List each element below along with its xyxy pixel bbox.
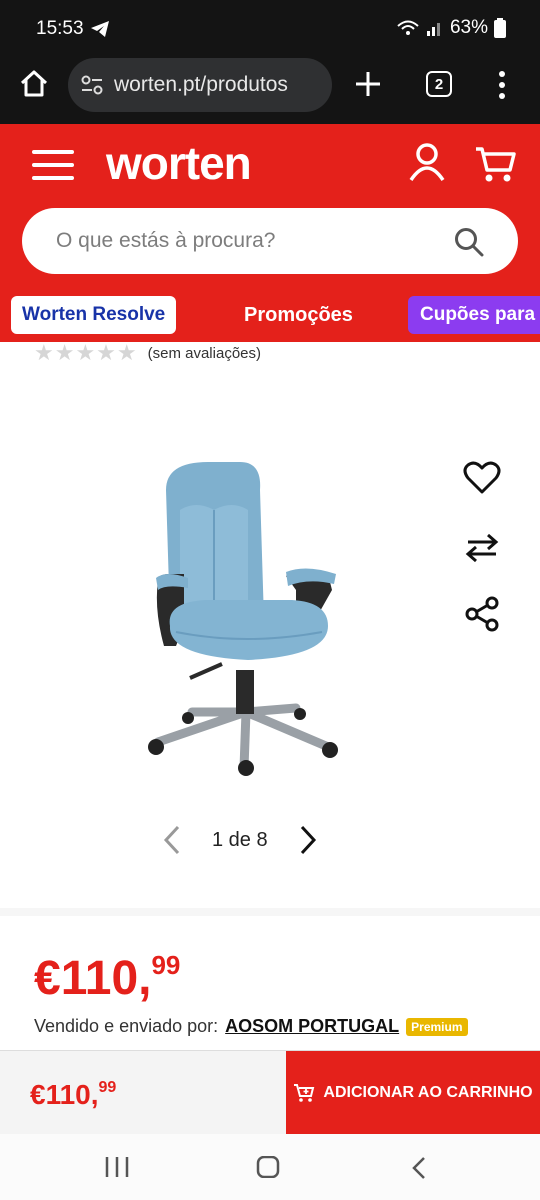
search-bar [22,208,518,274]
product-image[interactable] [136,450,356,780]
seller-label: Vendido e enviado por: [34,1016,219,1036]
status-time: 15:53 [36,18,84,39]
user-account-icon[interactable] [408,142,446,182]
url-text: worten.pt/produtos [114,73,288,96]
sticky-buy-bar: €110,99 ADICIONAR AO CARRINHO [0,1050,540,1135]
favorite-heart-icon[interactable] [462,460,502,496]
chevron-left-icon[interactable] [160,824,184,856]
signal-icon [426,23,440,36]
sticky-price-integer: €110, [30,1079,99,1110]
status-icons: 63% [396,17,506,39]
search-icon[interactable] [454,227,484,257]
nav-cupoes[interactable]: Cupões para [408,296,540,334]
chevron-right-icon[interactable] [296,824,320,856]
rating-stars: ★★★★★ [34,340,138,365]
seller-info: Vendido e enviado por: AOSOM PORTUGAL Pr… [34,1016,468,1037]
sticky-price-decimal: 99 [98,1079,117,1096]
battery-percent: 63% [449,17,488,38]
share-icon[interactable] [462,596,502,632]
add-cart-icon [294,1084,315,1102]
wifi-icon [397,20,419,35]
price-integer: €110, [34,952,152,1005]
gallery-pagination: 1 de 8 [160,822,330,858]
search-input[interactable] [56,208,436,274]
gallery-counter: 1 de 8 [212,829,268,851]
back-icon[interactable] [410,1156,428,1180]
site-header: worten Worten Resolve Promoções Cupões p… [0,124,540,342]
nav-worten-resolve[interactable]: Worten Resolve [11,296,177,334]
cart-icon[interactable] [474,146,516,184]
promo-nav: Worten Resolve Promoções Cupões para [0,296,540,342]
worten-logo[interactable]: worten [106,136,252,190]
section-divider [0,908,540,916]
nav-promocoes[interactable]: Promoções [244,296,353,334]
site-settings-icon[interactable] [80,74,104,96]
seller-link[interactable]: AOSOM PORTUGAL [225,1016,399,1037]
sticky-price: €110,99 [30,1079,116,1111]
premium-badge: Premium [406,1017,468,1036]
add-to-cart-label: ADICIONAR AO CARRINHO [323,1084,533,1101]
more-options-icon[interactable] [496,70,508,100]
price-decimal: 99 [151,950,181,980]
status-bar: 15:53 63% [0,0,540,58]
product-rating: ★★★★★ (sem avaliações) [34,340,261,366]
address-bar[interactable]: worten.pt/produtos [68,58,332,112]
rating-text: (sem avaliações) [147,344,261,362]
add-to-cart-button[interactable]: ADICIONAR AO CARRINHO [286,1051,540,1135]
android-nav-bar [0,1134,540,1200]
home-icon[interactable] [18,68,50,100]
home-button-icon[interactable] [256,1156,280,1178]
telegram-icon [91,21,109,37]
tab-switcher-button[interactable]: 2 [426,71,452,97]
recent-apps-icon[interactable] [104,1156,130,1178]
browser-toolbar: worten.pt/produtos 2 [0,58,540,124]
menu-icon[interactable] [32,150,74,180]
product-price: €110,99 [34,950,180,1006]
new-tab-icon[interactable] [352,68,384,100]
battery-icon [494,18,506,38]
compare-arrows-icon[interactable] [462,532,502,564]
